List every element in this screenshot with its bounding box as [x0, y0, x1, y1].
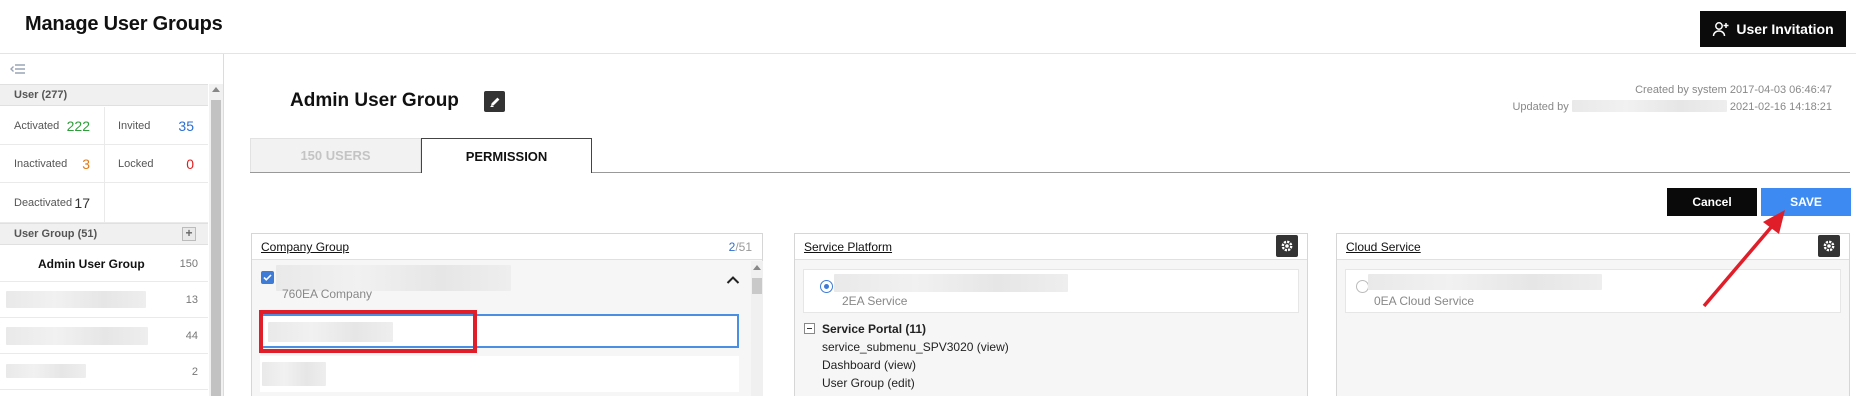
stat-locked-label: Locked: [118, 157, 154, 170]
chevron-up-icon[interactable]: [726, 275, 740, 285]
user-plus-icon: [1713, 22, 1729, 37]
cloud-service-settings-button[interactable]: [1818, 235, 1840, 257]
redacted-group-name: [6, 327, 148, 345]
stat-locked-value: 0: [186, 155, 194, 172]
group-item-count: 2: [191, 365, 198, 378]
collapse-menu-icon[interactable]: [10, 62, 26, 76]
gear-icon: [1823, 240, 1835, 252]
stat-activated[interactable]: Activated 222: [0, 107, 104, 145]
user-group-section-label: User Group (51): [14, 228, 98, 240]
redacted-group-name: [6, 291, 146, 308]
cloud-item-sub: 0EA Cloud Service: [1374, 294, 1475, 308]
tab-underline: [250, 172, 421, 173]
group-item-count: 150: [179, 257, 198, 270]
group-title: Admin User Group: [290, 90, 459, 111]
group-item-name: Admin User Group: [38, 256, 145, 271]
stat-deactivated-label: Deactivated: [14, 196, 73, 209]
stat-deactivated-value: 17: [74, 194, 90, 211]
service-item-sub: 2EA Service: [842, 294, 908, 308]
service-platform-header: Service Platform: [795, 234, 1307, 260]
company-group-row[interactable]: 760EA Company: [252, 261, 748, 305]
company-group-checkbox[interactable]: [261, 271, 274, 284]
tab-users[interactable]: 150 USERS: [250, 138, 421, 172]
group-item-count: 13: [185, 293, 198, 306]
stat-deactivated[interactable]: Deactivated 17: [0, 183, 104, 223]
tree-child-item[interactable]: service_submenu_SPV3020 (view): [822, 340, 1009, 354]
tree-parent-label: Service Portal (11): [822, 322, 927, 336]
stat-activated-value: 222: [66, 117, 90, 134]
stat-invited[interactable]: Invited 35: [104, 107, 208, 145]
redacted-updater-name: [1571, 100, 1727, 112]
scrollbar-thumb[interactable]: [752, 278, 762, 294]
scrollbar-thumb[interactable]: [211, 100, 221, 396]
stat-locked[interactable]: Locked 0: [104, 145, 208, 183]
company-item[interactable]: [260, 356, 739, 392]
company-group-scrollbar[interactable]: [751, 261, 763, 396]
stat-inactivated-value: 3: [82, 155, 90, 172]
user-invitation-label: User Invitation: [1736, 21, 1834, 37]
stat-divider: [104, 107, 105, 223]
group-item[interactable]: 44: [0, 318, 208, 354]
redacted-cloud-name: [1368, 274, 1602, 290]
group-item-admin[interactable]: Admin User Group 150: [0, 246, 208, 282]
stat-invited-value: 35: [178, 117, 194, 134]
user-section-header: User (277): [0, 84, 208, 106]
sidebar: User (277) Activated 222 Invited 35 Inac…: [0, 54, 224, 396]
company-group-count: 2/51: [729, 240, 752, 254]
tab-divider: [592, 172, 1850, 173]
redacted-group-name: [6, 364, 86, 378]
company-group-sub: 760EA Company: [282, 287, 373, 301]
tree-collapse-toggle[interactable]: [804, 323, 815, 334]
stat-empty-cell: [104, 183, 208, 223]
group-item[interactable]: 2: [0, 354, 208, 390]
stat-activated-label: Activated: [14, 119, 60, 132]
user-group-section-header: User Group (51) +: [0, 223, 208, 245]
page-title: Manage User Groups: [25, 13, 223, 35]
group-item-count: 44: [185, 329, 198, 342]
tab-permission[interactable]: PERMISSION: [421, 138, 592, 173]
company-group-title[interactable]: Company Group: [261, 240, 349, 254]
scroll-up-arrow-icon[interactable]: [753, 265, 761, 270]
created-info: Created by system 2017-04-03 06:46:47: [1635, 84, 1832, 96]
total-count: /51: [735, 240, 752, 254]
service-platform-title[interactable]: Service Platform: [804, 240, 892, 254]
redacted-company-item: [262, 362, 326, 386]
updated-prefix: Updated by: [1512, 101, 1569, 113]
gear-icon: [1281, 240, 1293, 252]
sidebar-scrollbar[interactable]: [209, 84, 223, 396]
company-group-header: Company Group 2/51: [252, 234, 762, 260]
service-item-card[interactable]: 2EA Service: [803, 269, 1299, 313]
updated-time: 2021-02-16 14:18:21: [1729, 101, 1832, 113]
pencil-icon: [490, 97, 499, 107]
redacted-service-name: [834, 274, 1068, 292]
highlight-annotation: [259, 310, 477, 353]
service-platform-panel: Service Platform 2EA Service Service Por…: [794, 233, 1308, 396]
add-group-button[interactable]: +: [182, 227, 196, 241]
service-radio[interactable]: [820, 280, 833, 293]
scroll-up-arrow-icon[interactable]: [212, 87, 220, 92]
stat-inactivated[interactable]: Inactivated 3: [0, 145, 104, 183]
check-icon: [263, 274, 272, 281]
edit-group-name-button[interactable]: [484, 91, 505, 112]
tree-child-item[interactable]: User Group (edit): [822, 376, 915, 390]
service-platform-settings-button[interactable]: [1276, 235, 1298, 257]
updated-info: Updated by 2021-02-16 14:18:21: [1512, 100, 1832, 113]
top-header: Manage User Groups User Invitation: [0, 0, 1856, 54]
user-invitation-button[interactable]: User Invitation: [1700, 11, 1846, 47]
tree-child-item[interactable]: Dashboard (view): [822, 358, 916, 372]
cloud-service-title[interactable]: Cloud Service: [1346, 240, 1421, 254]
annotation-arrow: [1702, 210, 1785, 308]
stat-inactivated-label: Inactivated: [14, 157, 68, 170]
stat-invited-label: Invited: [118, 119, 151, 132]
group-item[interactable]: 13: [0, 282, 208, 318]
